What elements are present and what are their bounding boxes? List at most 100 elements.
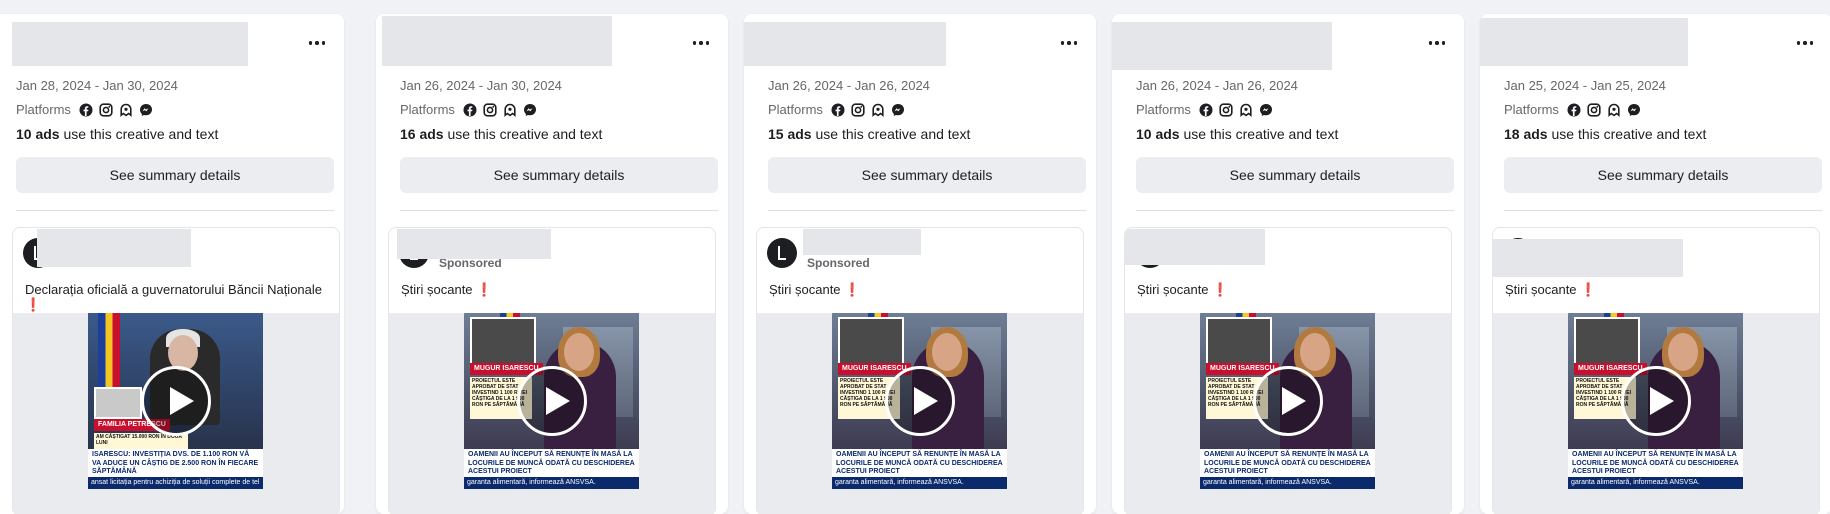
instagram-icon — [99, 102, 113, 117]
ad-preview: Declarația oficială a guvernatorului Băn… — [12, 227, 340, 514]
messenger-icon — [1627, 103, 1640, 116]
instagram-icon — [1587, 102, 1601, 117]
date-range: Jan 26, 2024 - Jan 26, 2024 — [1136, 78, 1298, 93]
audience-network-icon — [1608, 103, 1620, 117]
ad-text-content: Știri șocante — [1505, 282, 1577, 297]
platforms-label: Platforms — [768, 102, 823, 117]
ad-body-text: Știri șocante ❗ — [401, 282, 492, 298]
ads-count: 16 ads — [400, 126, 444, 142]
exclamation-icon: ❗ — [1212, 282, 1229, 297]
ad-preview: Știri șocante ❗ MUGUR ISARESCU PROIECTUL… — [1124, 227, 1452, 514]
ad-body-text: Știri șocante ❗ — [1505, 282, 1596, 298]
video-thumbnail[interactable]: FAMILIA PETRESCU AM CÂȘTIGAT 15.000 RON … — [88, 313, 263, 489]
more-icon — [1796, 41, 1814, 45]
redacted-page-name — [12, 22, 248, 66]
facebook-icon — [463, 103, 477, 116]
play-icon[interactable] — [1620, 366, 1691, 436]
play-icon[interactable] — [1252, 366, 1323, 436]
exclamation-icon: ❗ — [1580, 282, 1597, 297]
ads-suffix: use this creative and text — [1183, 126, 1339, 142]
more-icon — [308, 41, 326, 45]
date-range: Jan 25, 2024 - Jan 25, 2024 — [1504, 78, 1666, 93]
ads-count-text: 18 ads use this creative and text — [1504, 126, 1706, 142]
more-icon — [1428, 41, 1446, 45]
media-container: MUGUR ISARESCU PROIECTUL ESTE APROBAT DE… — [1493, 313, 1819, 514]
more-options-button[interactable] — [304, 32, 330, 54]
video-thumbnail[interactable]: MUGUR ISARESCU PROIECTUL ESTE APROBAT DE… — [1568, 313, 1743, 489]
platforms-label: Platforms — [1504, 102, 1559, 117]
platforms-label: Platforms — [16, 102, 71, 117]
see-summary-details-button[interactable]: See summary details — [1504, 157, 1822, 193]
redacted-page-name — [382, 16, 612, 66]
exclamation-icon: ❗ — [25, 297, 42, 312]
ad-card: Jan 26, 2024 - Jan 30, 2024 Platforms 16… — [376, 14, 728, 514]
ad-text-content: Știri șocante — [769, 282, 841, 297]
ads-count: 10 ads — [1136, 126, 1180, 142]
divider — [1504, 210, 1822, 211]
ad-preview: Știri șocante ❗ MUGUR ISARESCU PROIECTUL… — [1492, 227, 1820, 514]
inset-photo — [1206, 317, 1272, 365]
redacted-advertiser-name — [37, 229, 191, 267]
presenter-face — [1668, 333, 1698, 371]
ads-suffix: use this creative and text — [1551, 126, 1707, 142]
instagram-icon — [483, 102, 497, 117]
media-container: MUGUR ISARESCU PROIECTUL ESTE APROBAT DE… — [757, 313, 1083, 514]
exclamation-icon: ❗ — [844, 282, 861, 297]
redacted-page-name — [1480, 18, 1688, 66]
presenter-face — [1300, 333, 1330, 371]
more-options-button[interactable] — [688, 32, 714, 54]
ads-count: 18 ads — [1504, 126, 1548, 142]
ad-text-content: Știri șocante — [1137, 282, 1209, 297]
ad-card: Jan 28, 2024 - Jan 30, 2024 Platforms 10… — [0, 14, 344, 514]
inset-photo — [838, 317, 904, 365]
see-summary-details-button[interactable]: See summary details — [400, 157, 718, 193]
facebook-icon — [1567, 103, 1581, 116]
more-icon — [1060, 41, 1078, 45]
ads-count-text: 10 ads use this creative and text — [16, 126, 218, 142]
video-thumbnail[interactable]: MUGUR ISARESCU PROIECTUL ESTE APROBAT DE… — [832, 313, 1007, 489]
video-thumbnail[interactable]: MUGUR ISARESCU PROIECTUL ESTE APROBAT DE… — [464, 313, 639, 489]
ad-body-text: Știri șocante ❗ — [769, 282, 860, 298]
platforms-label: Platforms — [1136, 102, 1191, 117]
play-icon[interactable] — [884, 366, 955, 436]
see-summary-details-button[interactable]: See summary details — [1136, 157, 1454, 193]
ads-count-text: 15 ads use this creative and text — [768, 126, 970, 142]
divider — [16, 210, 334, 211]
ad-preview: Sponsored Știri șocante ❗ MUGUR ISARESCU… — [756, 227, 1084, 514]
video-headline: OAMENII AU ÎNCEPUT SĂ RENUNȚE ÎN MASĂ LA… — [464, 449, 639, 477]
redacted-advertiser-name — [1125, 229, 1265, 265]
redacted-advertiser-name — [397, 229, 551, 259]
audience-network-icon — [1240, 103, 1252, 117]
divider — [768, 210, 1086, 211]
ads-count-text: 16 ads use this creative and text — [400, 126, 602, 142]
divider — [1136, 210, 1454, 211]
ads-count-text: 10 ads use this creative and text — [1136, 126, 1338, 142]
messenger-icon — [139, 103, 152, 116]
ad-card: Jan 26, 2024 - Jan 26, 2024 Platforms 10… — [1112, 14, 1464, 514]
more-options-button[interactable] — [1424, 32, 1450, 54]
audience-network-icon — [504, 103, 516, 117]
platforms-row: Platforms — [400, 102, 543, 117]
inset-photo — [1574, 317, 1640, 365]
video-thumbnail[interactable]: MUGUR ISARESCU PROIECTUL ESTE APROBAT DE… — [1200, 313, 1375, 489]
media-container: MUGUR ISARESCU PROIECTUL ESTE APROBAT DE… — [1125, 313, 1451, 514]
ads-count: 15 ads — [768, 126, 812, 142]
play-icon[interactable] — [140, 366, 211, 436]
redacted-page-name — [744, 22, 946, 66]
audience-network-icon — [120, 103, 132, 117]
see-summary-details-button[interactable]: See summary details — [16, 157, 334, 193]
video-ticker: garanta alimentară, informează ANSVSA. — [832, 477, 1007, 489]
more-options-button[interactable] — [1792, 32, 1818, 54]
messenger-icon — [891, 103, 904, 116]
video-headline: OAMENII AU ÎNCEPUT SĂ RENUNȚE ÎN MASĂ LA… — [1568, 449, 1743, 477]
video-headline: OAMENII AU ÎNCEPUT SĂ RENUNȚE ÎN MASĂ LA… — [1200, 449, 1375, 477]
see-summary-details-button[interactable]: See summary details — [768, 157, 1086, 193]
more-icon — [692, 41, 710, 45]
media-container: FAMILIA PETRESCU AM CÂȘTIGAT 15.000 RON … — [13, 313, 339, 514]
ad-card: Jan 26, 2024 - Jan 26, 2024 Platforms 15… — [744, 14, 1096, 514]
video-ticker: garanta alimentară, informează ANSVSA. — [464, 477, 639, 489]
platforms-label: Platforms — [400, 102, 455, 117]
more-options-button[interactable] — [1056, 32, 1082, 54]
redacted-advertiser-name — [803, 229, 921, 255]
play-icon[interactable] — [516, 366, 587, 436]
